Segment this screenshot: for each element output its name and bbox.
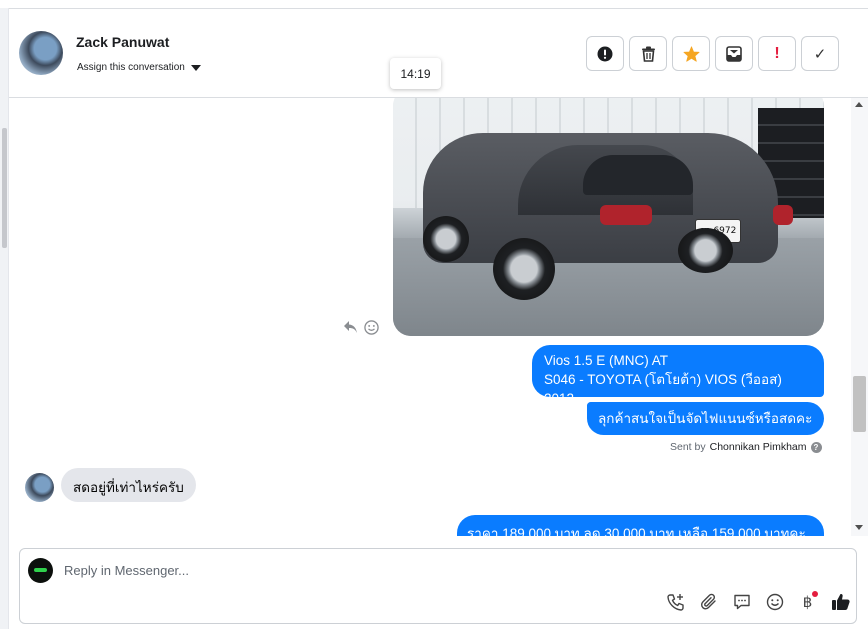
car-taillight (773, 205, 793, 225)
trash-icon (641, 46, 655, 62)
assign-label: Assign this conversation (77, 62, 185, 73)
contact-avatar[interactable] (19, 31, 63, 75)
notification-dot (812, 591, 818, 597)
incoming-message[interactable]: สดอยู่ที่เท่าไหร่ครับ (61, 468, 196, 502)
caret-down-icon (190, 64, 201, 71)
timestamp-tooltip: 14:19 (390, 58, 441, 89)
scroll-up-arrow-icon[interactable] (855, 102, 863, 107)
star-button[interactable] (672, 36, 710, 71)
delete-button[interactable] (629, 36, 667, 71)
sent-by-prefix: Sent by (670, 441, 706, 453)
page-logo (28, 558, 53, 583)
car-wheel (423, 216, 469, 262)
car-rear-window (583, 155, 693, 195)
report-button[interactable] (586, 36, 624, 71)
car-photo-attachment[interactable]: กล 6972 (393, 98, 824, 336)
car-wheel (678, 228, 733, 273)
sent-by-name: Chonnikan Pimkham (709, 441, 807, 453)
assign-conversation-dropdown[interactable]: Assign this conversation (77, 62, 201, 73)
help-icon[interactable]: ? (810, 441, 822, 453)
car-wheel (493, 238, 555, 300)
done-button[interactable]: ✓ (801, 36, 839, 71)
baht-icon: ฿ (802, 593, 813, 611)
phone-plus-icon[interactable] (665, 591, 686, 612)
thumbs-up-icon[interactable] (830, 591, 851, 612)
saved-reply-icon[interactable] (731, 591, 752, 612)
left-scrollbar-thumb[interactable] (2, 128, 7, 248)
archive-button[interactable] (715, 36, 753, 71)
car-taillight (600, 205, 652, 225)
outgoing-message[interactable]: ราคา 189,000 บาท ลด 30,000 บาท เหลือ 159… (457, 515, 824, 536)
emoji-reaction-icon[interactable] (364, 320, 379, 338)
message-line: Vios 1.5 E (MNC) AT (544, 353, 669, 368)
outgoing-message[interactable]: ลุกค้าสนใจเป็นจัดไฟแนนซ์หรือสดคะ (587, 402, 824, 435)
message-thread[interactable]: กล 6972 Vios 1.5 E (MNC) AT S046 - TOYOT… (9, 98, 851, 536)
star-icon (683, 45, 699, 62)
contact-avatar-small[interactable] (25, 473, 54, 502)
spam-button[interactable]: ! (758, 36, 796, 71)
baht-payment-button[interactable]: ฿ (797, 591, 818, 612)
reply-composer: ฿ (19, 548, 857, 624)
check-icon: ✓ (813, 45, 827, 63)
reply-input[interactable] (64, 563, 764, 578)
thread-scrollbar[interactable] (851, 98, 868, 536)
message-reactions (343, 320, 379, 338)
scrollbar-thumb[interactable] (853, 376, 866, 432)
contact-name[interactable]: Zack Panuwat (76, 34, 169, 50)
emoji-icon[interactable] (764, 591, 785, 612)
archive-icon (726, 45, 742, 62)
outgoing-message[interactable]: Vios 1.5 E (MNC) AT S046 - TOYOTA (โตโยต… (532, 345, 824, 406)
left-scrollbar[interactable] (0, 8, 9, 629)
exclamation-circle-icon (597, 46, 613, 61)
paperclip-icon[interactable] (698, 591, 719, 612)
scroll-down-arrow-icon[interactable] (855, 525, 863, 530)
header-actions: ! ✓ (586, 36, 839, 71)
reply-icon[interactable] (343, 320, 358, 338)
composer-tools: ฿ (665, 591, 851, 612)
exclamation-icon: ! (774, 44, 780, 62)
sent-by-label: Sent by Chonnikan Pimkham ? (670, 441, 822, 453)
